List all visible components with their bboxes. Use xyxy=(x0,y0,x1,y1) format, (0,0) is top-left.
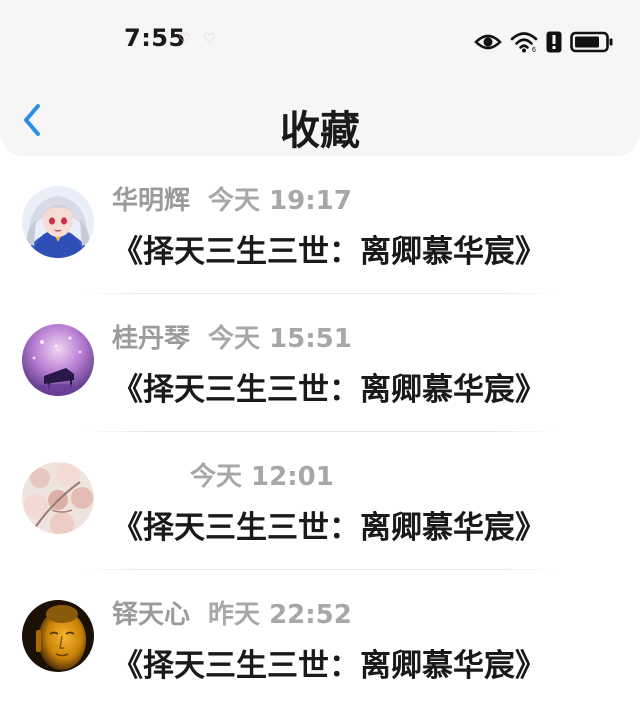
favorites-list: 华明辉 今天 19:17 《择天三生三世：离卿慕华宸》 桂丹琴 今天 15:51… xyxy=(0,156,640,708)
alert-icon xyxy=(546,31,562,53)
timestamp: 今天 12:01 xyxy=(190,462,334,492)
list-item[interactable]: 华明辉 今天 19:17 《择天三生三世：离卿慕华宸》 xyxy=(0,156,640,294)
item-content: 《择天三生三世：离卿慕华宸》 xyxy=(112,510,546,546)
item-meta: 铎天心 昨天 22:52 xyxy=(112,594,352,631)
wifi-icon: 6 xyxy=(510,32,538,53)
timestamp: 今天 19:17 xyxy=(208,186,352,216)
status-time: 7:55 xyxy=(124,24,186,52)
item-meta: 华明辉 今天 19:17 xyxy=(112,180,352,217)
avatar[interactable] xyxy=(22,462,94,534)
timestamp: 今天 15:51 xyxy=(208,324,352,354)
sender-name: 桂丹琴 xyxy=(112,324,191,354)
item-content: 《择天三生三世：离卿慕华宸》 xyxy=(112,648,546,684)
golden-buddha-avatar xyxy=(22,600,94,672)
status-hearts: ♡ ♡ xyxy=(178,31,220,47)
anime-girl-avatar xyxy=(22,186,94,258)
avatar[interactable] xyxy=(22,324,94,396)
battery-icon xyxy=(570,31,613,53)
eye-icon xyxy=(474,34,502,50)
sender-name: 铎天心 xyxy=(112,600,191,630)
page-title: 收藏 xyxy=(280,108,360,154)
header-area: 7:55 ♡ ♡ 6 收藏 xyxy=(0,0,640,156)
list-item[interactable]: 桂丹琴 今天 15:51 《择天三生三世：离卿慕华宸》 xyxy=(0,294,640,432)
item-meta: 桂丹琴 今天 15:51 xyxy=(112,318,352,355)
list-item[interactable]: 铎天心 昨天 22:52 《择天三生三世：离卿慕华宸》 xyxy=(0,570,640,708)
timestamp: 昨天 22:52 xyxy=(208,600,352,630)
list-item[interactable]: 今天 12:01 《择天三生三世：离卿慕华宸》 xyxy=(0,432,640,570)
item-content: 《择天三生三世：离卿慕华宸》 xyxy=(112,372,546,408)
avatar[interactable] xyxy=(22,600,94,672)
status-icons: 6 xyxy=(474,28,614,56)
svg-text:6: 6 xyxy=(532,47,536,53)
avatar[interactable] xyxy=(22,186,94,258)
item-meta: 今天 12:01 xyxy=(112,456,334,493)
blossom-avatar xyxy=(22,462,94,534)
item-content: 《择天三生三世：离卿慕华宸》 xyxy=(112,234,546,270)
purple-piano-avatar xyxy=(22,324,94,396)
sender-name: 华明辉 xyxy=(112,186,191,216)
